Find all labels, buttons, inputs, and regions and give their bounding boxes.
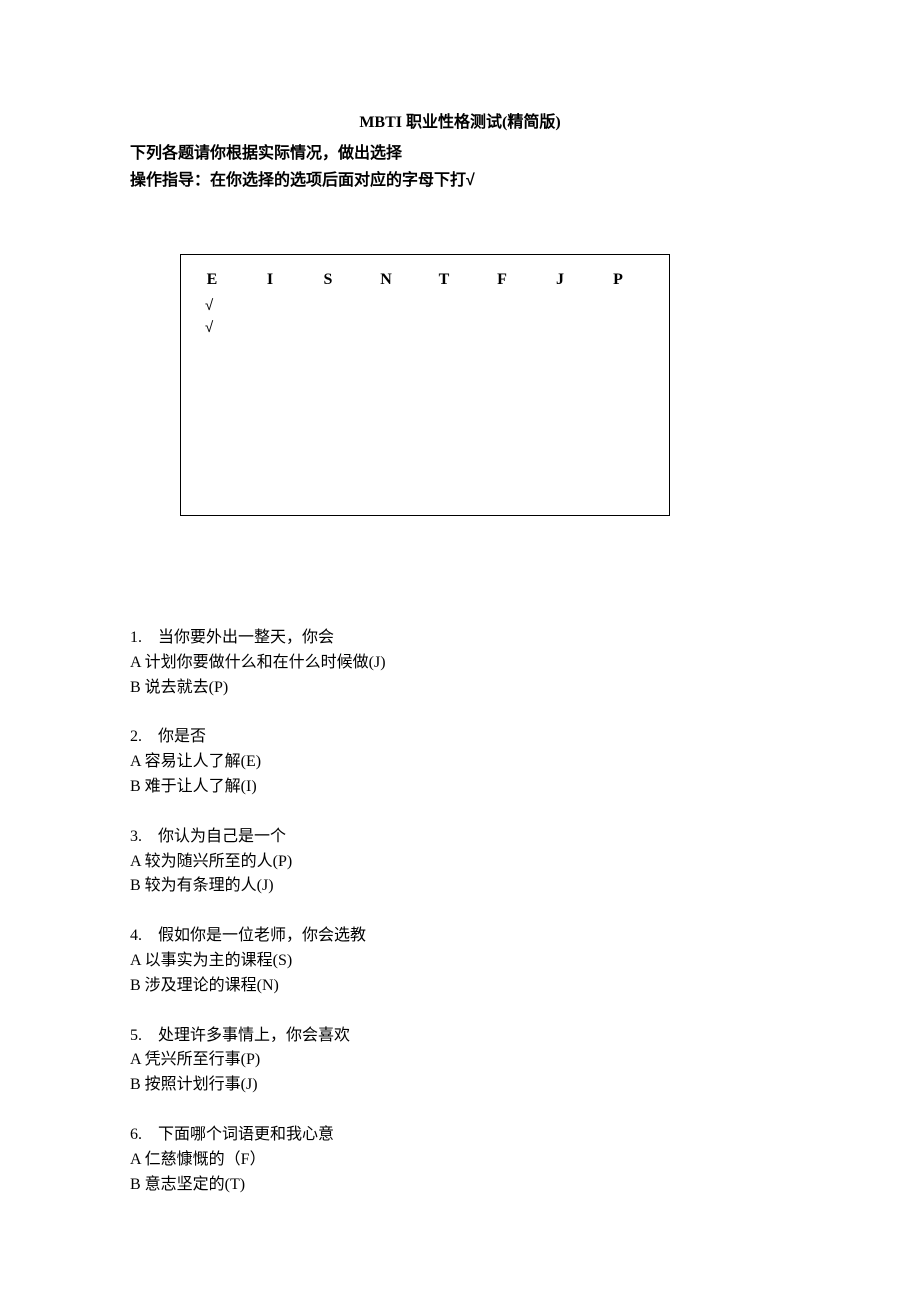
q-text: 你是否 xyxy=(158,728,206,745)
question-2: 2. 你是否 A 容易让人了解(E) B 难于让人了解(I) xyxy=(130,725,790,799)
q-text: 处理许多事情上，你会喜欢 xyxy=(158,1027,350,1044)
header-n: N xyxy=(377,267,395,293)
option-a[interactable]: A 容易让人了解(E) xyxy=(130,750,790,775)
q-num: 3. xyxy=(130,828,142,845)
option-a[interactable]: A 凭兴所至行事(P) xyxy=(130,1048,790,1073)
instruction-line-2: 操作指导：在你选择的选项后面对应的字母下打√ xyxy=(130,167,790,194)
check-mark-icon: √ xyxy=(466,172,475,189)
option-a[interactable]: A 仁慈慷慨的（F） xyxy=(130,1148,790,1173)
instruction-prefix: 操作指导：在你选择的选项后面对应的字母下打 xyxy=(130,172,466,189)
option-b[interactable]: B 难于让人了解(I) xyxy=(130,775,790,800)
instruction-line-1: 下列各题请你根据实际情况，做出选择 xyxy=(130,140,790,167)
option-b[interactable]: B 说去就去(P) xyxy=(130,676,790,701)
header-s: S xyxy=(319,267,337,293)
q-text: 假如你是一位老师，你会选教 xyxy=(158,927,366,944)
question-6: 6. 下面哪个词语更和我心意 A 仁慈慷慨的（F） B 意志坚定的(T) xyxy=(130,1123,790,1197)
option-b[interactable]: B 按照计划行事(J) xyxy=(130,1073,790,1098)
header-f: F xyxy=(493,267,511,293)
q-num: 5. xyxy=(130,1027,142,1044)
q-num: 4. xyxy=(130,927,142,944)
page-title: MBTI 职业性格测试(精简版) xyxy=(130,110,790,136)
check-row-1: √ xyxy=(203,295,647,318)
q-num: 6. xyxy=(130,1126,142,1143)
q-num: 1. xyxy=(130,629,142,646)
question-3: 3. 你认为自己是一个 A 较为随兴所至的人(P) B 较为有条理的人(J) xyxy=(130,825,790,899)
option-a[interactable]: A 计划你要做什么和在什么时候做(J) xyxy=(130,651,790,676)
questions-list: 1. 当你要外出一整天，你会 A 计划你要做什么和在什么时候做(J) B 说去就… xyxy=(130,626,790,1197)
header-i: I xyxy=(261,267,279,293)
q-num: 2. xyxy=(130,728,142,745)
question-4: 4. 假如你是一位老师，你会选教 A 以事实为主的课程(S) B 涉及理论的课程… xyxy=(130,924,790,998)
option-a[interactable]: A 以事实为主的课程(S) xyxy=(130,949,790,974)
check-row-2: √ xyxy=(203,317,647,340)
header-p: P xyxy=(609,267,627,293)
header-j: J xyxy=(551,267,569,293)
instructions-block: 下列各题请你根据实际情况，做出选择 操作指导：在你选择的选项后面对应的字母下打√ xyxy=(130,140,790,194)
score-table-container: E I S N T F J P √ √ xyxy=(130,254,790,516)
option-a[interactable]: A 较为随兴所至的人(P) xyxy=(130,850,790,875)
header-e: E xyxy=(203,267,221,293)
question-1: 1. 当你要外出一整天，你会 A 计划你要做什么和在什么时候做(J) B 说去就… xyxy=(130,626,790,700)
q-text: 下面哪个词语更和我心意 xyxy=(158,1126,334,1143)
question-5: 5. 处理许多事情上，你会喜欢 A 凭兴所至行事(P) B 按照计划行事(J) xyxy=(130,1024,790,1098)
header-t: T xyxy=(435,267,453,293)
q-text: 你认为自己是一个 xyxy=(158,828,286,845)
q-text: 当你要外出一整天，你会 xyxy=(158,629,334,646)
option-b[interactable]: B 意志坚定的(T) xyxy=(130,1173,790,1198)
option-b[interactable]: B 涉及理论的课程(N) xyxy=(130,974,790,999)
option-b[interactable]: B 较为有条理的人(J) xyxy=(130,874,790,899)
score-table: E I S N T F J P √ √ xyxy=(180,254,670,516)
score-header-row: E I S N T F J P xyxy=(203,267,647,293)
